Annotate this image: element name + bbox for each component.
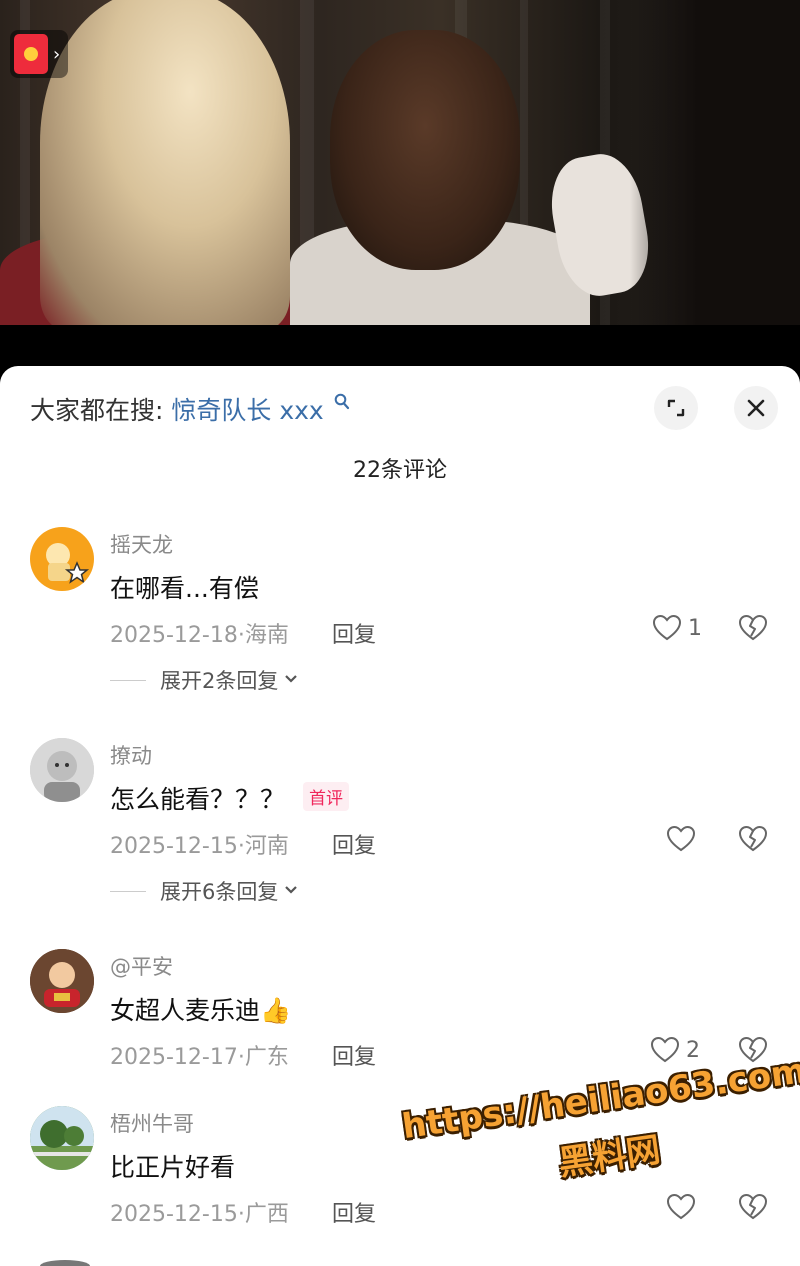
watermark-name: 黑料网 [556,1129,663,1184]
close-button[interactable] [734,386,778,430]
reply-button[interactable]: 回复 [332,1039,376,1071]
red-packet-button[interactable]: › [10,30,68,78]
avatar[interactable] [30,949,94,1013]
comment-text: 女超人麦乐迪👍 [110,991,291,1027]
chevron-right-icon: › [53,43,61,65]
comment-count: 22条评论 [353,458,447,483]
dislike-button[interactable] [738,1193,768,1225]
like-count: 1 [688,615,702,641]
chevron-down-icon [284,672,298,688]
divider-line [110,679,146,681]
broken-heart-icon [738,825,768,852]
comment-text-content: 怎么能看？？？ [110,785,286,814]
chevron-down-icon [284,883,298,899]
expand-replies-label: 展开6条回复 [160,880,279,904]
heart-icon [666,1193,696,1220]
avatar[interactable] [30,527,94,591]
like-button[interactable] [666,825,696,853]
like-button[interactable] [666,1193,696,1221]
like-button[interactable]: 1 [652,614,702,642]
divider-line [110,890,146,892]
comment-date-location: 2025-12-15·河南 [110,834,289,859]
video-player[interactable]: › [0,0,800,325]
avatar[interactable] [30,1106,94,1170]
comment-text: 怎么能看？？？ 首评 [110,780,350,816]
close-icon [747,399,765,417]
comment-username[interactable]: @平安 [110,951,173,981]
reply-button[interactable]: 回复 [332,617,376,649]
comment-text-content: 女超人麦乐迪 [110,996,261,1025]
search-icon [334,393,350,416]
comment-username[interactable]: 梧州牛哥 [110,1108,194,1138]
expand-icon [667,399,685,417]
reply-button[interactable]: 回复 [332,1196,376,1228]
broken-heart-icon [738,614,768,641]
broken-heart-icon [738,1193,768,1220]
trending-search[interactable]: 大家都在搜: 惊奇队长 xxx [30,391,350,427]
red-envelope-icon [14,34,48,74]
comment-date-location: 2025-12-17·广东 [110,1045,289,1070]
heart-icon [666,825,696,852]
avatar[interactable] [30,738,94,802]
comment-username[interactable]: 撩动 [110,740,152,770]
dislike-button[interactable] [738,825,768,857]
comment-text: 比正片好看 [110,1153,236,1182]
reply-button[interactable]: 回复 [332,828,376,860]
comment-username[interactable]: 摇天龙 [110,529,173,559]
next-comment-avatar [40,1260,90,1266]
expand-replies-button[interactable]: 展开2条回复 [110,665,298,695]
dislike-button[interactable] [738,614,768,646]
expand-button[interactable] [654,386,698,430]
comment-date-location: 2025-12-18·海南 [110,623,289,648]
thumbs-up-emoji: 👍 [260,996,292,1025]
expand-replies-button[interactable]: 展开6条回复 [110,876,298,906]
expand-replies-label: 展开2条回复 [160,669,279,693]
heart-icon [652,614,682,641]
trending-search-keyword[interactable]: 惊奇队长 xxx [171,396,323,425]
trending-search-prefix: 大家都在搜: [30,396,164,425]
first-comment-badge: 首评 [303,782,350,811]
video-figure-center-head [330,30,520,270]
comment-date-location: 2025-12-15·广西 [110,1202,289,1227]
comment-text: 在哪看...有偿 [110,574,259,603]
video-figure-left-head [40,0,290,325]
video-shadow [630,0,800,325]
